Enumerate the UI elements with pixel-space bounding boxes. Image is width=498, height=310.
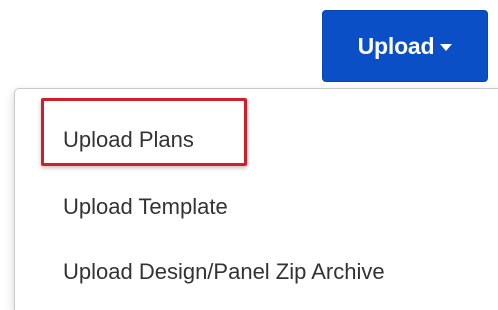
upload-widget: Upload Upload Plans Upload Template Uplo…	[0, 0, 498, 310]
menu-item-upload-plans[interactable]: Upload Plans	[63, 127, 194, 153]
upload-dropdown-menu: Upload Plans Upload Template Upload Desi…	[14, 88, 498, 310]
menu-item-upload-design-panel-zip-archive[interactable]: Upload Design/Panel Zip Archive	[63, 259, 385, 285]
upload-dropdown-button[interactable]: Upload	[322, 10, 488, 82]
menu-item-upload-template[interactable]: Upload Template	[63, 194, 228, 220]
upload-button-label: Upload	[357, 32, 435, 59]
caret-down-icon	[440, 43, 453, 51]
